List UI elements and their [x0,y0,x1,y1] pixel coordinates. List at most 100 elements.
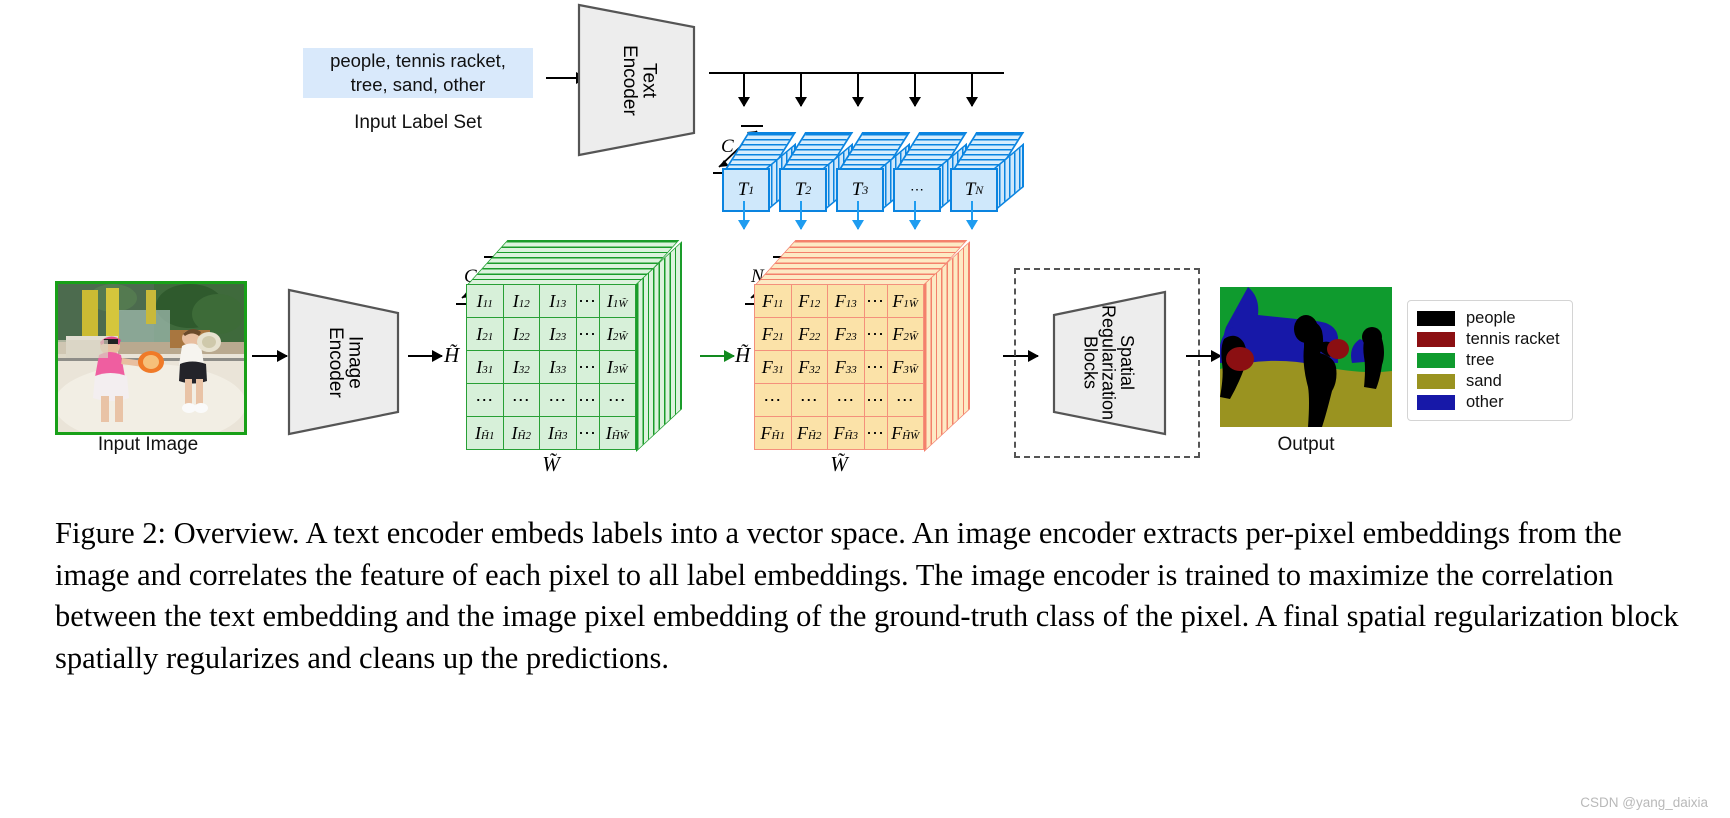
matrix-row: IH̃1 IH̃2 IH̃3 ⋯ IH̃W̃ [466,416,636,450]
image-feature-cube: I11 I12 I13 ⋯ I1W̃ I21 I22 I23 ⋯ I2W̃ I31 I32 I33 ⋯ I3… [466,240,696,452]
text-encoder-label: Text Encoder [619,44,660,116]
token-cube-2: T2 [779,126,854,212]
legend-item-sand: sand [1417,371,1560,392]
matrix-cell: ⋯ [863,350,888,384]
token-cube-3: T3 [836,126,911,212]
token-cube-ellipsis: ⋯ [893,126,968,212]
matrix-row: FH̃1 FH̃2 FH̃3 ⋯ FH̃W̃ [754,416,924,450]
matrix-cell: ⋯ [827,383,865,417]
matrix-row: ⋯ ⋯ ⋯ ⋯ ⋯ [466,383,636,417]
legend-label-people: people [1466,309,1516,327]
arrow-imageencoder-to-featuremap [408,355,442,357]
input-photo [55,281,247,435]
fusion-feature-grid-body: F11 F12 F13 ⋯ F1W̃ F21 F22 F23 ⋯ F2W̃ F31 F32 F33 ⋯ F3… [754,284,924,450]
legend-item-tennis-racket: tennis racket [1417,329,1560,350]
matrix-cell: ⋯ [575,284,600,318]
matrix-row: I21 I22 I23 ⋯ I2W̃ [466,317,636,351]
matrix-cell: IH̃W̃ [598,416,636,450]
fusion-feature-cube: F11 F12 F13 ⋯ F1W̃ F21 F22 F23 ⋯ F2W̃ F31 F32 F33 ⋯ F3… [754,240,984,452]
output-segmentation-map [1220,287,1392,427]
matrix-cell: I12 [502,284,540,318]
matrix-cell: ⋯ [466,383,504,417]
arrow-bus-to-token-3 [857,72,859,106]
matrix-cell: FH̃2 [790,416,828,450]
matrix-row: ⋯ ⋯ ⋯ ⋯ ⋯ [754,383,924,417]
matrix-cell: ⋯ [575,416,600,450]
matrix-row: F21 F22 F23 ⋯ F2W̃ [754,317,924,351]
token-cube-1-face: T1 [722,168,770,212]
figure-caption: Figure 2: Overview. A text encoder embed… [55,516,1679,675]
arrow-featuremap-to-fusion [700,355,734,357]
matrix-cell: FH̃W̃ [886,416,924,450]
matrix-cell: ⋯ [863,317,888,351]
token-cube-1-symbol: T [737,179,749,200]
image-feature-grid: I11 I12 I13 ⋯ I1W̃ I21 I22 I23 ⋯ I2W̃ I31 I32 I33 ⋯ I3… [466,284,636,450]
fusion-feature-grid: F11 F12 F13 ⋯ F1W̃ F21 F22 F23 ⋯ F2W̃ F31 F32 F33 ⋯ F3… [754,284,924,450]
arrow-token-4-to-fusion [914,201,916,229]
matrix-cell: I33 [539,350,577,384]
input-label-set-caption: Input Label Set [354,112,482,133]
matrix-row: I31 I32 I33 ⋯ I3W̃ [466,350,636,384]
matrix-cell: I13 [539,284,577,318]
matrix-cell: F1W̃ [886,284,924,318]
token-cube-2-subscript: 2 [805,182,812,197]
legend-swatch-other [1417,395,1455,410]
output-segmentation-canvas [1220,287,1392,427]
matrix-row: F31 F32 F33 ⋯ F3W̃ [754,350,924,384]
legend-swatch-tennis-racket [1417,332,1455,347]
regularization-block-label: Spatial Regularization Blocks [1080,305,1138,421]
matrix-cell: F21 [754,317,792,351]
output-caption: Output [1277,434,1335,455]
matrix-cell: I32 [502,350,540,384]
arrow-token-3-to-fusion [857,201,859,229]
legend-label-other: other [1466,393,1504,411]
arrow-token-2-to-fusion [800,201,802,229]
matrix-cell: F2W̃ [886,317,924,351]
legend-item-tree: tree [1417,350,1560,371]
matrix-cell: F31 [754,350,792,384]
legend-item-people: people [1417,308,1560,329]
matrix-cell: I21 [466,317,504,351]
matrix-cell: F12 [790,284,828,318]
image-encoder-label: Image Encoder [325,326,366,398]
matrix-row: I11 I12 I13 ⋯ I1W̃ [466,284,636,318]
watermark-text: CSDN @yang_daixia [1580,795,1708,810]
matrix-cell: F13 [827,284,865,318]
arrow-token-1-to-fusion [743,201,745,229]
matrix-cell: ⋯ [863,284,888,318]
image-feature-grid-body: I11 I12 I13 ⋯ I1W̃ I21 I22 I23 ⋯ I2W̃ I31 I32 I33 ⋯ I3… [466,284,636,450]
matrix-cell: F33 [827,350,865,384]
image-encoder-block: Image Encoder [286,287,404,437]
matrix-cell: ⋯ [863,416,888,450]
matrix-cell: IH̃1 [466,416,504,450]
input-image-caption: Input Image [97,434,199,455]
legend-label-tree: tree [1466,351,1495,369]
legend-swatch-sand [1417,374,1455,389]
matrix-cell: I23 [539,317,577,351]
legend-swatch-tree [1417,353,1455,368]
matrix-cell: ⋯ [502,383,540,417]
token-cube-1: T1 [722,126,797,212]
image-feature-height-label: H̃ [444,343,460,367]
matrix-cell: FH̃1 [754,416,792,450]
fusion-height-label: H̃ [735,343,751,367]
legend-swatch-people [1417,311,1455,326]
legend-item-other: other [1417,392,1560,413]
token-cube-3-subscript: 3 [862,182,869,197]
legend-label-sand: sand [1466,372,1502,390]
matrix-cell: I22 [502,317,540,351]
token-cube-3-symbol: T [851,179,863,200]
matrix-cell: ⋯ [790,383,828,417]
input-label-set-text: people, tennis racket, tree, sand, other [330,50,506,95]
token-cube-1-subscript: 1 [748,182,755,197]
matrix-cell: F32 [790,350,828,384]
token-cube-2-face: T2 [779,168,827,212]
fusion-width-label: W̃ [830,452,848,476]
legend-label-tennis-racket: tennis racket [1466,330,1560,348]
matrix-cell: F3W̃ [886,350,924,384]
matrix-cell: ⋯ [539,383,577,417]
matrix-cell: I2W̃ [598,317,636,351]
matrix-cell: ⋯ [575,350,600,384]
matrix-cell: I11 [466,284,504,318]
image-feature-width-label: W̃ [542,452,560,476]
